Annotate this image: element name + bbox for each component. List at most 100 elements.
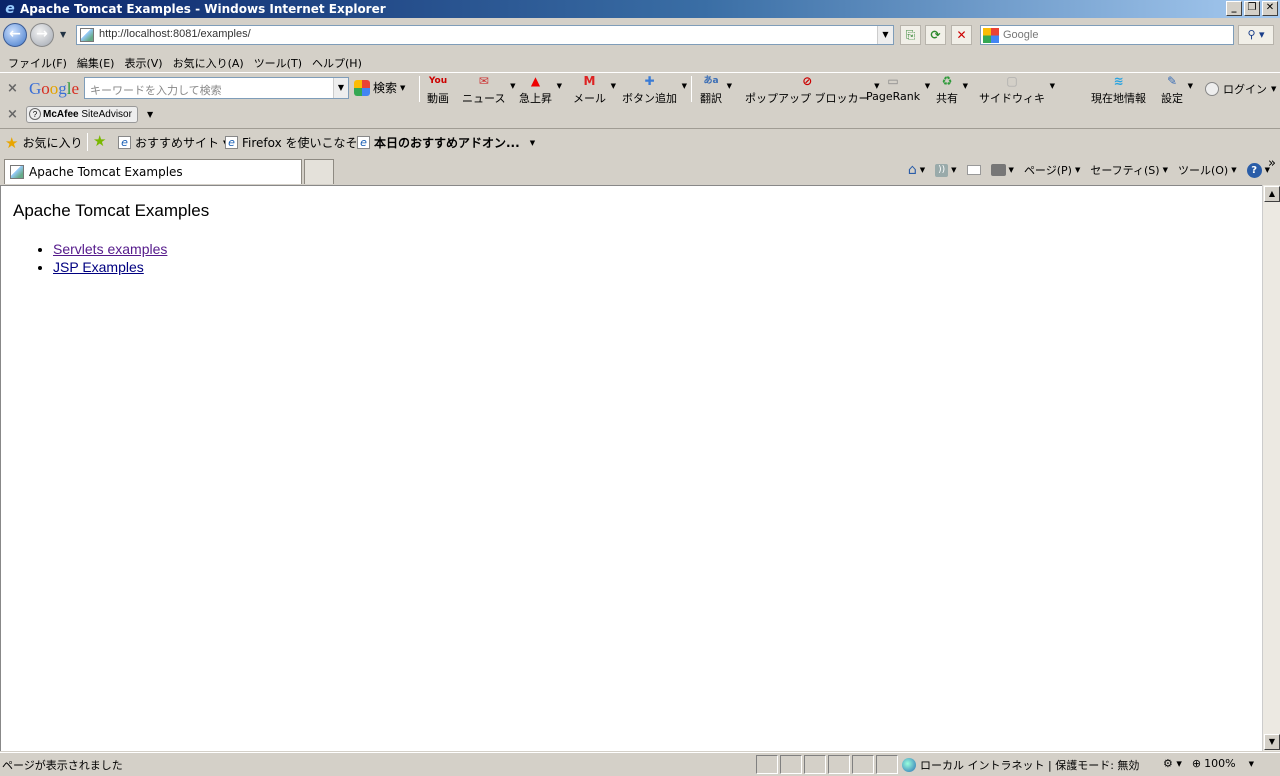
login-button[interactable]: ログイン ▼ <box>1205 81 1276 97</box>
printer-icon <box>990 164 1006 176</box>
tool-add-button[interactable]: ✚ ボタン追加 ▼ <box>622 74 687 106</box>
security-zone[interactable]: ローカル イントラネット | 保護モード: 無効 <box>902 757 1139 773</box>
close-toolbar-icon[interactable]: × <box>7 107 18 122</box>
tool-popup-blocker[interactable]: ⊘ ポップアップ ブロッカー ▼ <box>745 74 880 106</box>
close-toolbar-icon[interactable]: × <box>7 81 18 96</box>
read-mail-button[interactable] <box>966 165 981 175</box>
scroll-down-button[interactable]: ▼ <box>1264 734 1280 750</box>
stop-button[interactable]: ✕ <box>951 25 972 45</box>
tool-share[interactable]: ♻ 共有 ▼ <box>936 74 968 106</box>
tool-location[interactable]: ≋ 現在地情報 <box>1091 74 1146 106</box>
tool-video[interactable]: You 動画 <box>427 74 449 106</box>
new-tab-button[interactable] <box>304 159 334 184</box>
close-button[interactable]: ✕ <box>1262 1 1278 16</box>
sidewiki-icon: ▢ <box>1006 74 1018 88</box>
intranet-globe-icon <box>902 758 916 772</box>
zoom-level-button[interactable]: ⊕ 100% ▼ <box>1192 757 1254 770</box>
fav-link-recommended-sites[interactable]: e おすすめサイト ▼ <box>118 134 228 151</box>
menu-edit[interactable]: 編集(E) <box>72 52 120 72</box>
chevron-down-icon[interactable]: ▼ <box>925 82 930 90</box>
vertical-scrollbar[interactable]: ▲ ▼ <box>1262 185 1280 751</box>
google-logo[interactable]: Google <box>29 79 79 99</box>
tab-apache-tomcat-examples[interactable]: Apache Tomcat Examples <box>4 159 302 184</box>
tool-mail[interactable]: M メール ▼ <box>573 74 616 106</box>
tool-news[interactable]: ✉ ニュース ▼ <box>462 74 515 106</box>
fav-link-addons[interactable]: e 本日のおすすめアドオン... ▼ <box>357 134 535 151</box>
status-panel <box>876 755 898 774</box>
ie-page-icon: e <box>357 136 370 149</box>
menu-help[interactable]: ヘルプ(H) <box>307 52 367 72</box>
tool-translate[interactable]: あa 翻訳 ▼ <box>700 74 732 106</box>
address-bar[interactable]: http://localhost:8081/examples/ ▼ <box>76 25 894 45</box>
window-title: Apache Tomcat Examples - Windows Interne… <box>20 2 386 16</box>
ie-logo-icon: e <box>5 1 15 17</box>
menu-favorites[interactable]: お気に入り(A) <box>168 52 249 72</box>
status-bar: ページが表示されました ローカル イントラネット | 保護モード: 無効 ⚙ ▾… <box>0 752 1280 776</box>
tool-sidewiki[interactable]: ▢ サイドウィキ ▼ <box>979 74 1055 106</box>
home-button[interactable]: ⌂ ▼ <box>908 162 925 178</box>
chevron-down-icon[interactable]: ▼ <box>963 82 968 90</box>
url-input[interactable]: http://localhost:8081/examples/ <box>99 28 251 40</box>
home-icon: ⌂ <box>907 162 917 178</box>
ie-page-icon: e <box>225 136 238 149</box>
search-input[interactable]: Google <box>1003 29 1038 41</box>
chevron-down-icon[interactable]: ▼ <box>147 110 153 119</box>
status-panel <box>804 755 826 774</box>
chevron-down-icon[interactable]: ▼ <box>510 82 515 90</box>
chevron-down-icon[interactable]: ▼ <box>1188 82 1193 90</box>
address-dropdown-icon[interactable]: ▼ <box>877 26 893 44</box>
google-search-input[interactable]: キーワードを入力して検索 ▼ <box>84 77 349 99</box>
back-button[interactable]: ← <box>3 23 27 47</box>
star-icon: ★ <box>5 133 19 152</box>
add-icon: ✚ <box>644 74 655 88</box>
chevron-down-icon[interactable]: ▼ <box>727 82 732 90</box>
menu-bar: ファイル(F) 編集(E) 表示(V) お気に入り(A) ツール(T) ヘルプ(… <box>0 52 1280 72</box>
menu-view[interactable]: 表示(V) <box>119 52 167 72</box>
servlets-examples-link[interactable]: Servlets examples <box>53 241 167 257</box>
google-provider-icon <box>983 28 999 43</box>
tab-row: Apache Tomcat Examples ⌂ ▼ )) ▼ ▼ ページ(P) ▼ … <box>0 156 1280 184</box>
refresh-button[interactable]: ⟳ <box>925 25 946 45</box>
search-button[interactable]: ⚲ ▾ <box>1238 25 1274 45</box>
chevron-down-icon[interactable]: ▼ <box>557 82 562 90</box>
google-toolbar: × Google キーワードを入力して検索 ▼ 検索 ▼ You 動画 ✉ ニュ… <box>0 72 1280 106</box>
chevron-down-icon[interactable]: ▼ <box>611 82 616 90</box>
add-to-favorites-bar-button[interactable]: ★ <box>93 134 106 149</box>
more-commands-icon[interactable]: » <box>1268 156 1276 171</box>
tools-menu[interactable]: ツール(O) ▼ <box>1178 162 1237 178</box>
recent-pages-dropdown[interactable]: ▼ <box>60 30 66 39</box>
page-menu[interactable]: ページ(P) ▼ <box>1024 162 1080 178</box>
menu-file[interactable]: ファイル(F) <box>3 52 72 72</box>
print-button[interactable]: ▼ <box>990 164 1014 176</box>
share-icon: ♻ <box>941 74 953 88</box>
menu-tools[interactable]: ツール(T) <box>249 52 307 72</box>
page-icon <box>10 165 24 179</box>
fav-link-firefox[interactable]: e Firefox を使いこなそう <box>225 134 370 151</box>
scroll-up-button[interactable]: ▲ <box>1264 186 1280 202</box>
tool-trending[interactable]: ▲ 急上昇 ▼ <box>519 74 562 106</box>
tool-settings[interactable]: ✎ 設定 ▼ <box>1161 74 1193 106</box>
favorites-button[interactable]: ★ お気に入り <box>5 134 82 151</box>
chevron-down-icon[interactable]: ▼ <box>1050 82 1055 90</box>
toolbar-separator <box>691 76 692 102</box>
examples-list: Servlets examples JSP Examples <box>53 241 167 277</box>
add-ons-button[interactable]: ⚙ ▾ <box>1163 757 1182 770</box>
feeds-button[interactable]: )) ▼ <box>935 163 957 177</box>
mcafee-siteadvisor-button[interactable]: ? McAfee SiteAdvisor <box>26 106 138 123</box>
title-bar: e Apache Tomcat Examples - Windows Inter… <box>0 0 1280 18</box>
safety-menu[interactable]: セーフティ(S) ▼ <box>1090 162 1168 178</box>
compatibility-view-button[interactable]: ⎘ <box>900 25 921 45</box>
forward-button[interactable]: → <box>30 23 54 47</box>
jsp-examples-link[interactable]: JSP Examples <box>53 259 144 275</box>
search-box[interactable]: Google <box>980 25 1234 45</box>
minimize-button[interactable]: _ <box>1226 1 1242 16</box>
restore-button[interactable]: ❐ <box>1244 1 1260 16</box>
google-search-button[interactable]: 検索 ▼ <box>354 79 405 96</box>
tool-pagerank[interactable]: ▭ PageRank ▼ <box>866 74 930 103</box>
chevron-down-icon[interactable]: ▼ <box>682 82 687 90</box>
mail-icon <box>966 165 981 175</box>
question-icon: ? <box>29 108 41 120</box>
help-menu[interactable]: ? ▼ <box>1246 162 1270 178</box>
chevron-down-icon[interactable]: ▼ <box>333 78 348 98</box>
toolbar-separator <box>419 76 420 102</box>
